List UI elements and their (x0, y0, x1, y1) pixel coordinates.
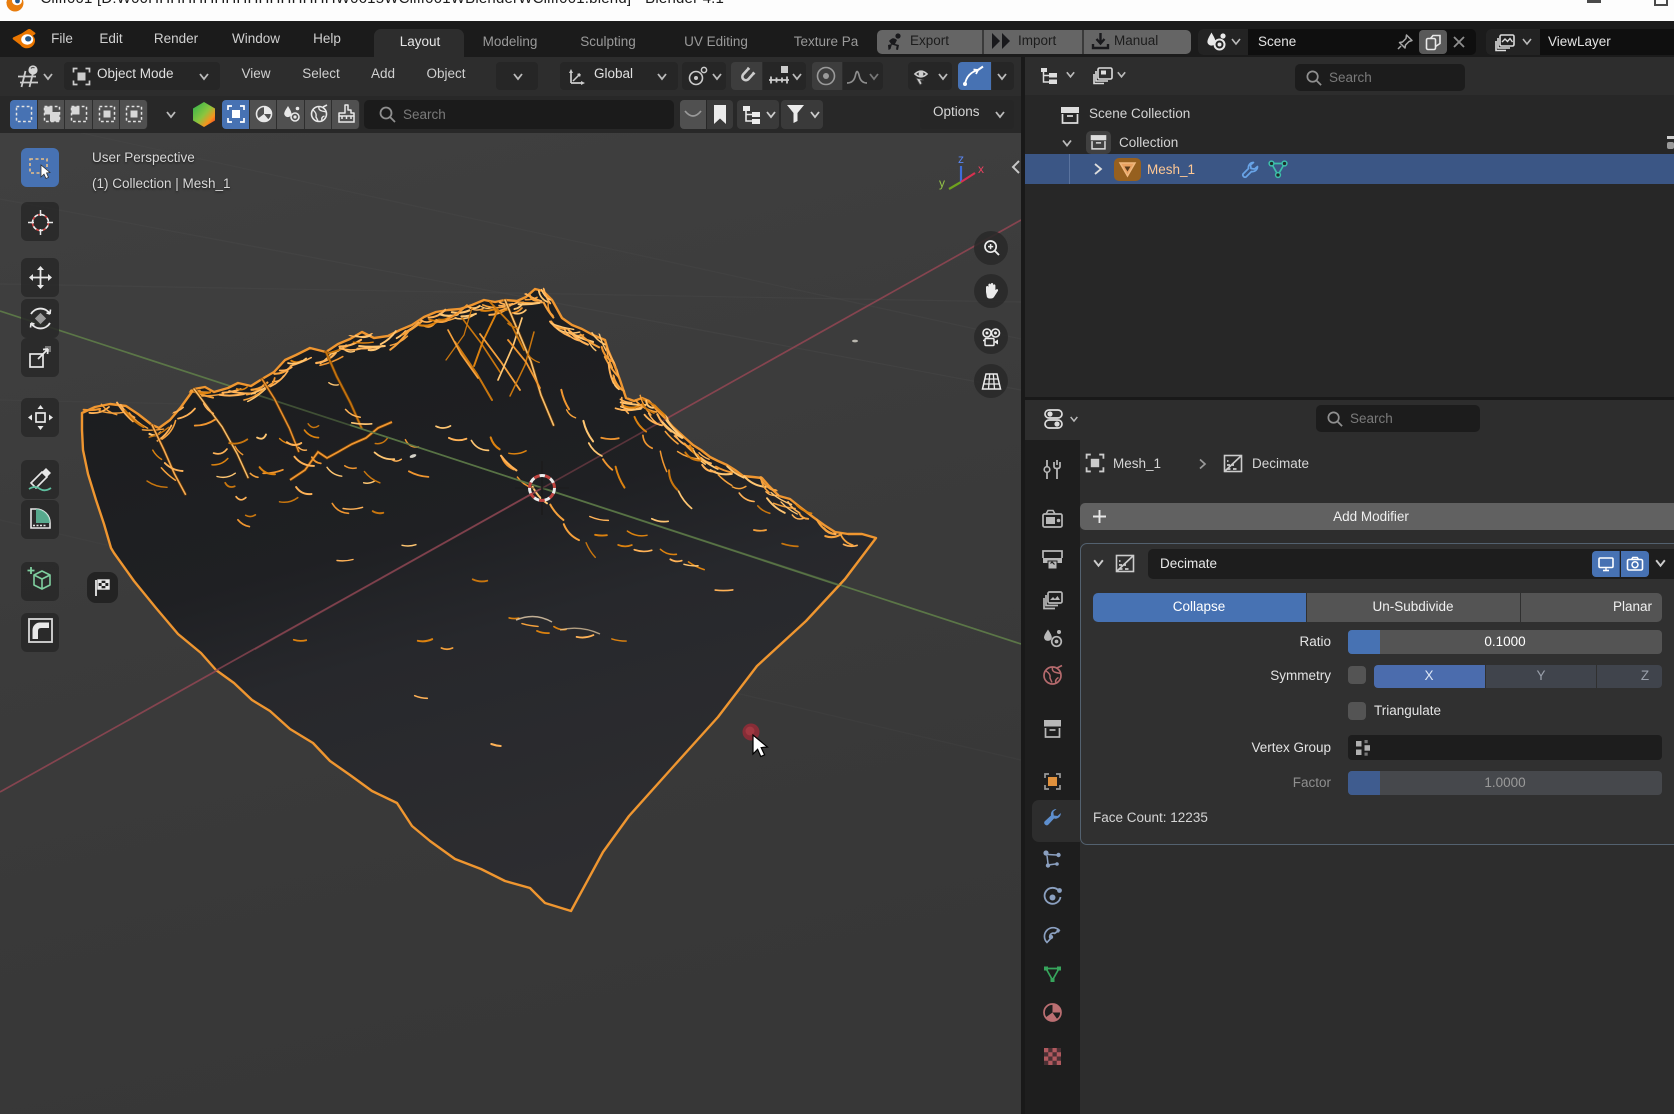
svg-text:y: y (939, 176, 945, 190)
svg-text:x: x (978, 162, 984, 176)
svg-text:z: z (958, 152, 964, 166)
